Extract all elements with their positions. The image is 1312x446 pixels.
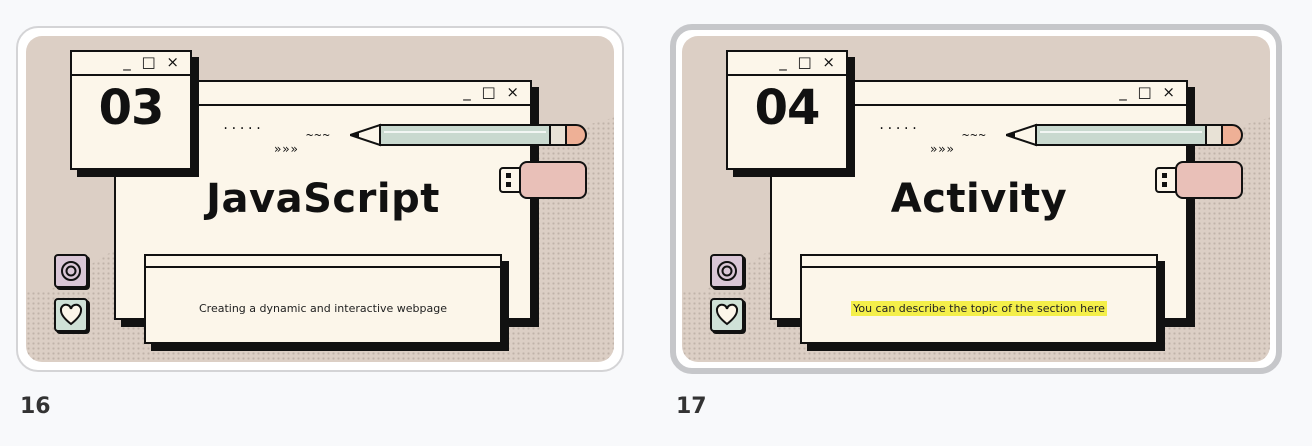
slide-thumbnail-16[interactable]: _ □ × ..... »»» ~~~ _ □ × 03 JavaScript … bbox=[16, 26, 624, 372]
heart-icon bbox=[710, 298, 744, 332]
slide-title: Activity bbox=[890, 176, 1068, 222]
deco-arrows: »»» bbox=[274, 142, 299, 156]
section-number: 04 bbox=[754, 80, 821, 136]
pencil-icon bbox=[1006, 123, 1243, 147]
deco-wave: ~~~ bbox=[962, 128, 987, 142]
slide-number-label: 17 bbox=[676, 394, 707, 419]
deco-arrows: »»» bbox=[930, 142, 955, 156]
slide-thumbnail-17[interactable]: _ □ × ..... »»» ~~~ _ □ × 04 Activity Yo… bbox=[670, 24, 1282, 374]
slide-subtitle: Creating a dynamic and interactive webpa… bbox=[198, 302, 448, 315]
target-icon bbox=[710, 254, 744, 288]
slide-canvas: _ □ × ..... »»» ~~~ _ □ × 04 Activity Yo… bbox=[682, 36, 1270, 362]
window-controls: _ □ × bbox=[463, 83, 522, 101]
subtitle-window: Creating a dynamic and interactive webpa… bbox=[144, 254, 502, 344]
heart-icon bbox=[54, 298, 88, 332]
section-number-window: _ □ × 03 bbox=[70, 50, 192, 170]
pencil-icon bbox=[350, 123, 587, 147]
section-number-window: _ □ × 04 bbox=[726, 50, 848, 170]
section-number: 03 bbox=[98, 80, 165, 136]
slide-subtitle: You can describe the topic of the sectio… bbox=[802, 301, 1156, 316]
window-controls: _ □ × bbox=[1119, 83, 1178, 101]
subtitle-highlight: You can describe the topic of the sectio… bbox=[851, 301, 1107, 316]
slide-title: JavaScript bbox=[206, 176, 440, 222]
slide-canvas: _ □ × ..... »»» ~~~ _ □ × 03 JavaScript … bbox=[26, 36, 614, 362]
target-icon bbox=[54, 254, 88, 288]
deco-wave: ~~~ bbox=[306, 128, 331, 142]
slide-number-label: 16 bbox=[20, 394, 51, 419]
deco-dots: ..... bbox=[878, 118, 920, 132]
subtitle-window: You can describe the topic of the sectio… bbox=[800, 254, 1158, 344]
deco-dots: ..... bbox=[222, 118, 264, 132]
